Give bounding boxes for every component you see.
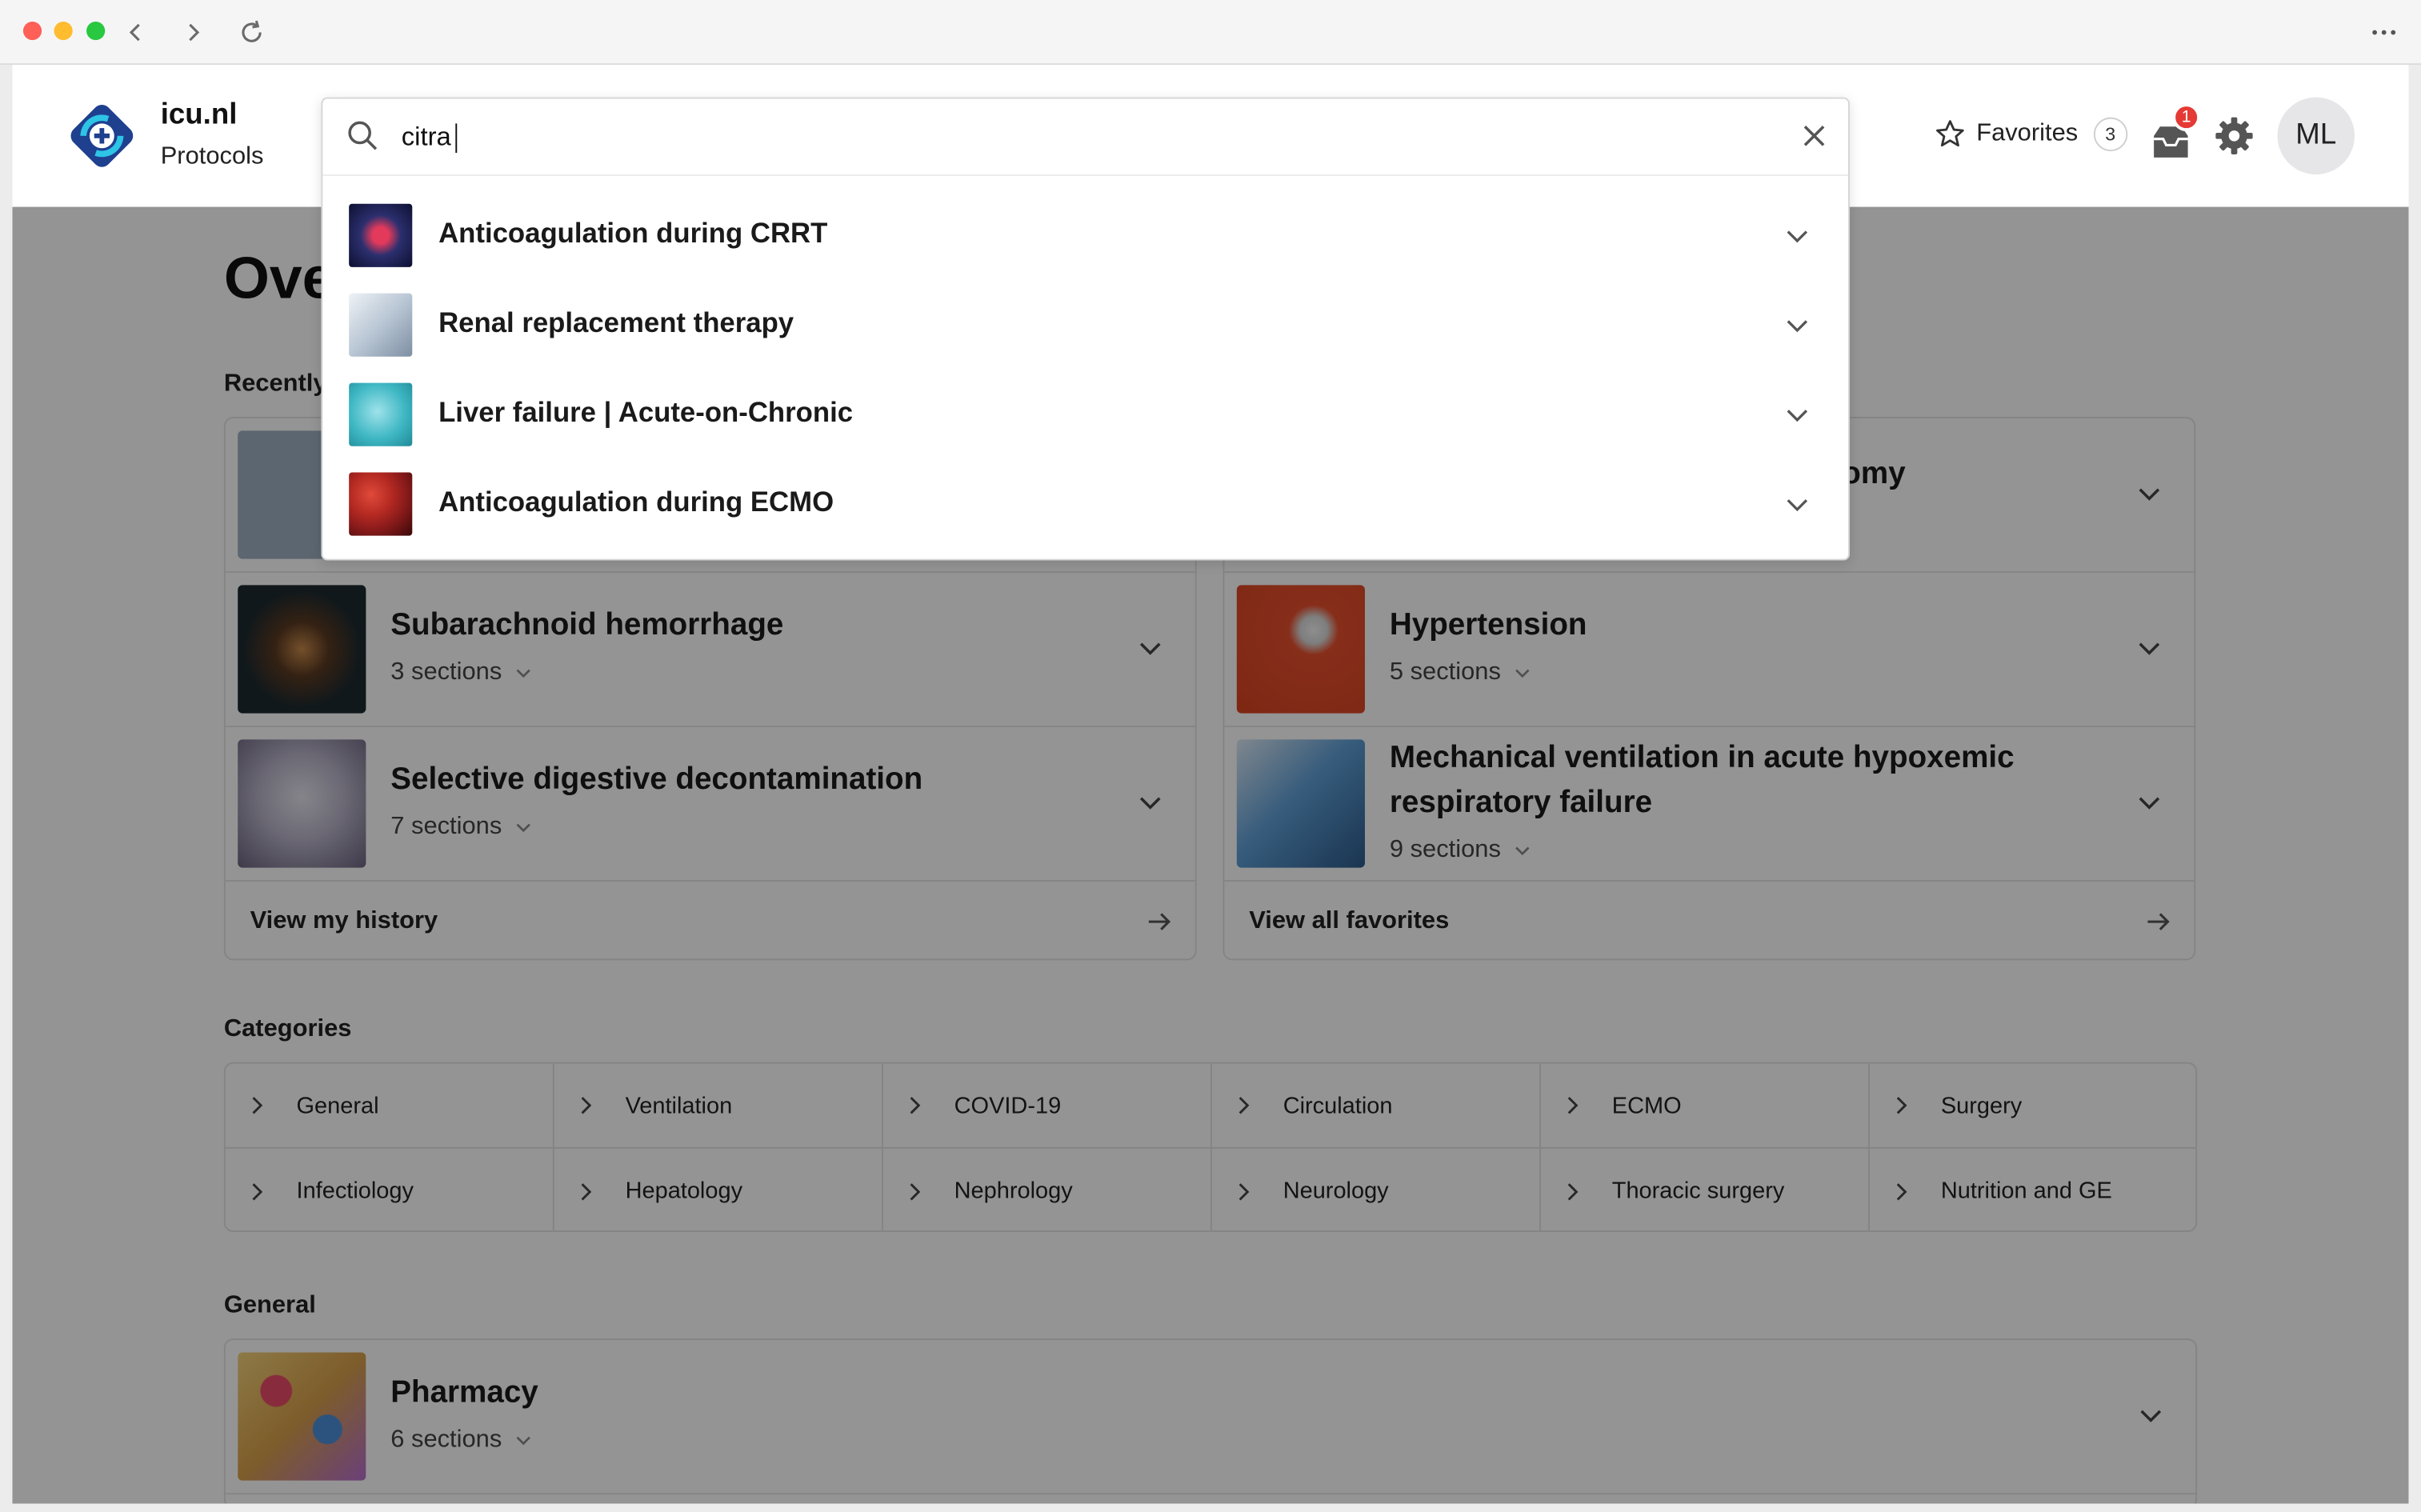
text-cursor bbox=[455, 123, 458, 154]
result-title: Anticoagulation during CRRT bbox=[438, 218, 828, 249]
result-title: Anticoagulation during ECMO bbox=[438, 486, 834, 518]
chevron-down-icon[interactable] bbox=[1785, 493, 1810, 518]
favorites-button[interactable]: Favorites 3 bbox=[1933, 117, 2127, 152]
result-thumbnail bbox=[349, 382, 413, 446]
forward-icon[interactable] bbox=[174, 14, 211, 50]
result-thumbnail bbox=[349, 203, 413, 267]
web-page: icu.nl Protocols Favorites 3 1 ML Ove Re… bbox=[12, 65, 2409, 1504]
star-icon bbox=[1936, 120, 1964, 147]
brand-name[interactable]: icu.nl bbox=[161, 99, 238, 133]
result-title: Renal replacement therapy bbox=[438, 307, 794, 338]
search-result-item[interactable]: Anticoagulation during CRRT bbox=[322, 190, 1848, 279]
search-result-item[interactable]: Anticoagulation during ECMO bbox=[322, 458, 1848, 548]
maximize-window-button[interactable] bbox=[86, 22, 106, 41]
app-window: icu.nl Protocols Favorites 3 1 ML Ove Re… bbox=[0, 0, 2421, 1512]
favorites-count-badge: 3 bbox=[2093, 117, 2127, 152]
result-title: Liver failure | Acute-on-Chronic bbox=[438, 396, 854, 428]
browser-toolbar bbox=[0, 0, 2421, 66]
result-thumbnail bbox=[349, 293, 413, 357]
reload-icon[interactable] bbox=[233, 14, 270, 50]
notification-badge: 1 bbox=[2172, 103, 2201, 132]
back-icon[interactable] bbox=[118, 14, 154, 50]
close-window-button[interactable] bbox=[22, 22, 42, 41]
search-result-item[interactable]: Renal replacement therapy bbox=[322, 279, 1848, 369]
gear-icon[interactable] bbox=[2212, 114, 2255, 158]
minimize-window-button[interactable] bbox=[54, 22, 73, 41]
search-dropdown: Anticoagulation during CRRT Renal replac… bbox=[321, 97, 1850, 561]
search-icon bbox=[348, 121, 378, 150]
more-options-icon[interactable] bbox=[2366, 14, 2403, 50]
chevron-down-icon[interactable] bbox=[1785, 224, 1810, 249]
user-avatar[interactable]: ML bbox=[2277, 97, 2355, 175]
result-thumbnail bbox=[349, 472, 413, 536]
brand-subtitle: Protocols bbox=[160, 143, 264, 170]
search-result-item[interactable]: Liver failure | Acute-on-Chronic bbox=[322, 369, 1848, 458]
icu-logo-icon[interactable] bbox=[62, 96, 142, 176]
chevron-down-icon[interactable] bbox=[1785, 314, 1810, 338]
favorites-label: Favorites bbox=[1976, 120, 2079, 147]
chevron-down-icon[interactable] bbox=[1785, 403, 1810, 428]
search-bar bbox=[322, 99, 1849, 177]
search-input[interactable] bbox=[401, 115, 1761, 159]
close-icon[interactable] bbox=[1800, 122, 1828, 150]
